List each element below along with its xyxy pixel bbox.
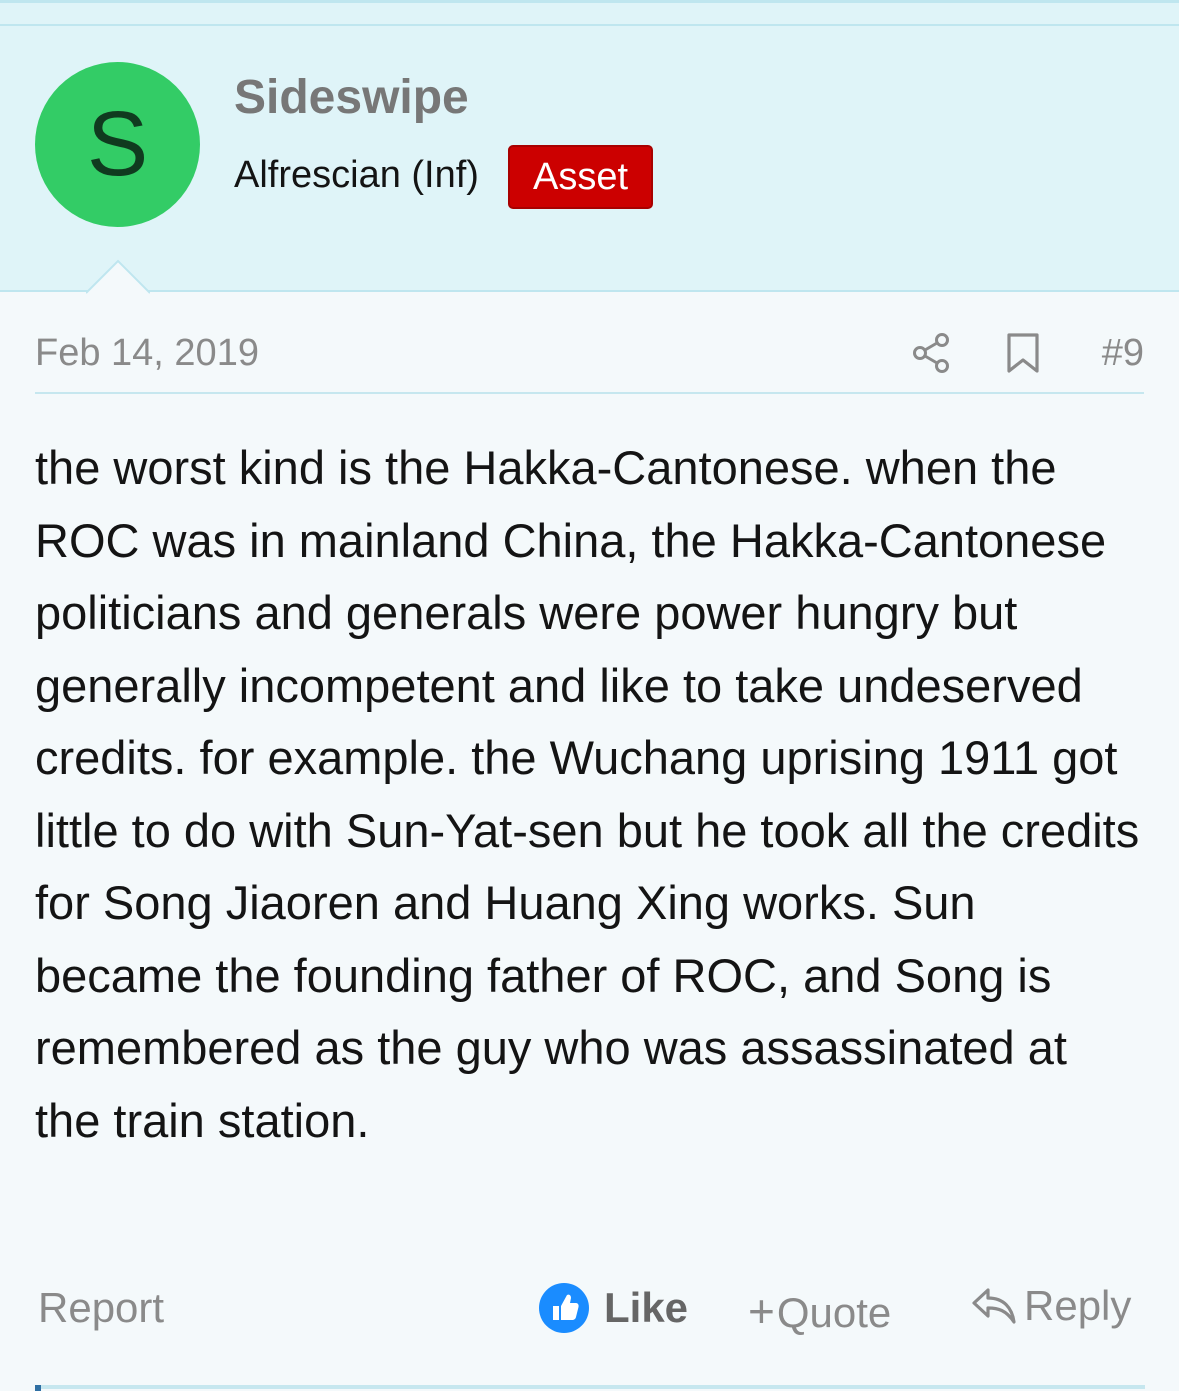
quote-label: Quote [776,1289,892,1336]
share-icon[interactable] [911,332,951,374]
like-label: Like [604,1284,689,1331]
username-link[interactable]: Sideswipe [234,70,469,125]
post-meta-bar: Feb 14, 2019 #9 [35,318,1144,394]
post-actions-bar: Report Like +Quote Reply [0,1278,1179,1342]
forum-post-page: S Sideswipe Alfrescian (Inf) Asset Feb 1… [0,0,1179,1391]
avatar[interactable]: S [35,62,200,227]
report-button[interactable]: Report [38,1284,164,1332]
previous-post-edge [0,0,1179,26]
post-number-link[interactable]: #9 [1102,332,1144,375]
like-button[interactable]: Like [538,1282,688,1334]
post-body-text: the worst kind is the Hakka-Cantonese. w… [35,441,1140,1147]
user-header: S Sideswipe Alfrescian (Inf) Asset [0,26,1179,292]
reply-arrow-icon [970,1284,1018,1328]
thumbs-up-icon [538,1282,590,1334]
reply-label: Reply [1024,1282,1132,1329]
next-post-edge [35,1385,1145,1389]
reply-button[interactable]: Reply [970,1282,1131,1330]
asset-badge: Asset [508,145,653,209]
quote-button[interactable]: +Quote [748,1284,891,1338]
plus-icon: + [748,1285,775,1337]
bookmark-icon[interactable] [1005,332,1041,374]
user-title: Alfrescian (Inf) [234,154,479,196]
next-post-accent [35,1385,41,1391]
post-date-link[interactable]: Feb 14, 2019 [35,332,259,375]
